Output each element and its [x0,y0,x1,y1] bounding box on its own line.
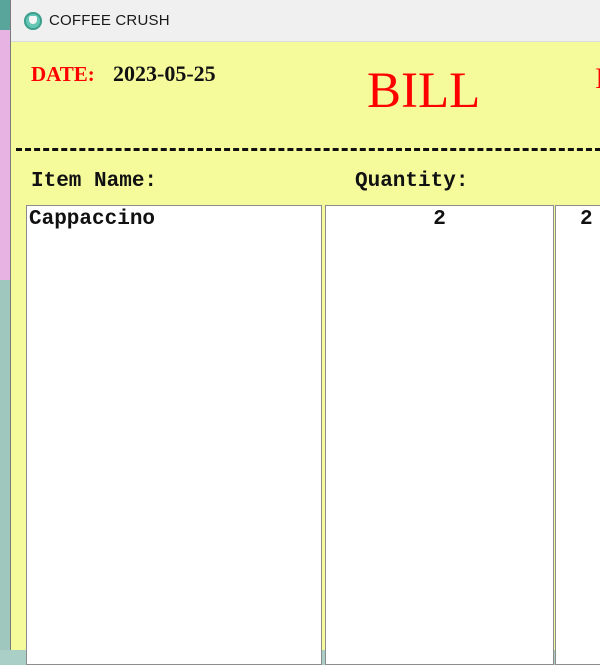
item-name-header: Item Name: [31,170,158,193]
quantity-list[interactable]: 2 [325,205,554,665]
quantity-header: Quantity: [355,170,469,193]
list-item[interactable]: 2 [556,206,600,234]
coffee-cup-icon [24,12,42,30]
date-value: 2023-05-25 [113,61,216,86]
date-label: DATE: [31,62,95,86]
item-name-list[interactable]: Cappaccino [26,205,322,665]
clipped-heading-fragment: I [595,62,600,96]
price-list[interactable]: 2 [555,205,600,665]
bill-window: COFFEE CRUSH DATE: 2023-05-25 BILL I Ite… [10,0,600,665]
list-item[interactable]: 2 [326,206,553,234]
dashed-separator [16,148,600,151]
bill-heading: BILL [367,63,481,119]
window-titlebar[interactable]: COFFEE CRUSH [11,0,600,42]
list-item[interactable]: Cappaccino [27,206,321,234]
window-title: COFFEE CRUSH [49,12,170,29]
